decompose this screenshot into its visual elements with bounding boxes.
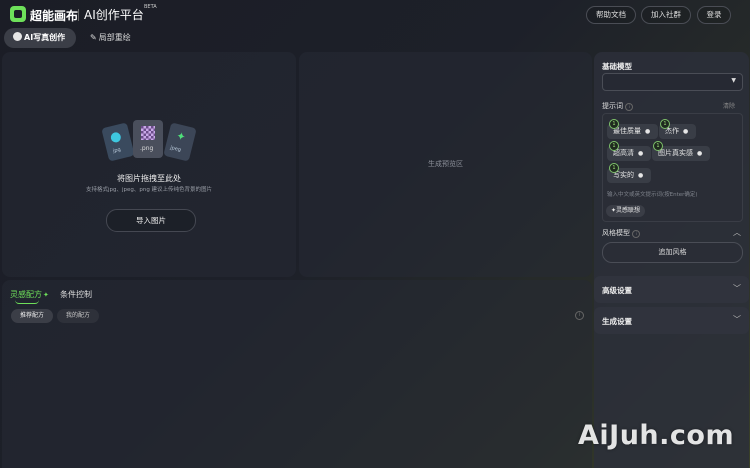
tab-inspiration-recipe[interactable]: 灵感配方✦ xyxy=(10,289,49,300)
advanced-settings-label: 高级设置 xyxy=(602,286,632,295)
sparkle-icon: ✦ xyxy=(43,291,49,299)
jpg-label: jpg xyxy=(112,146,122,155)
tab-ai-portrait-label: AI写真创作 xyxy=(24,33,66,42)
tab-inspiration-label: 灵感配方 xyxy=(10,290,42,299)
import-image-button[interactable]: 导入图片 xyxy=(106,209,196,232)
upload-hint: 支持格式jpg、jpeg、png 建议上传纯色背景的图片 xyxy=(85,187,213,193)
generate-settings-label: 生成设置 xyxy=(602,317,632,326)
header-divider xyxy=(78,9,79,21)
prompt-label: 提示词 i xyxy=(602,101,634,111)
upload-title: 将图片拖拽至此处 xyxy=(117,174,181,183)
tab-ai-portrait[interactable]: AI写真创作 xyxy=(4,28,76,48)
inspiration-button-label: 灵感联想 xyxy=(616,207,641,214)
beta-badge: BETA xyxy=(144,4,157,10)
prompt-info-icon[interactable]: i xyxy=(625,103,634,111)
app-title: AI创作平台 xyxy=(84,8,144,22)
remove-tag-icon[interactable]: ● xyxy=(638,150,643,157)
expand-chevron-down-icon[interactable]: ﹀ xyxy=(733,314,741,325)
remove-tag-icon[interactable]: ● xyxy=(683,128,688,135)
preview-placeholder: 生成预览区 xyxy=(428,160,463,168)
style-info-icon[interactable]: i xyxy=(632,230,641,238)
portrait-icon xyxy=(13,32,22,41)
active-tab-indicator xyxy=(15,300,39,304)
prompt-tag-text: 图片真实感 xyxy=(658,149,693,157)
tag-weight-badge: 1 xyxy=(653,141,663,151)
upload-panel[interactable]: jpg .png ✦ jpeg 将图片拖拽至此处 支持格式jpg、jpeg、pn… xyxy=(2,52,296,277)
logo-text: 超能画布 xyxy=(30,9,79,23)
brush-icon: ✎ xyxy=(90,33,97,42)
base-model-select[interactable]: ▼ xyxy=(602,73,743,91)
remove-tag-icon[interactable]: ● xyxy=(697,150,702,157)
tag-weight-badge: 1 xyxy=(609,141,619,151)
expand-chevron-down-icon[interactable]: ﹀ xyxy=(733,283,741,294)
preview-panel: 生成预览区 xyxy=(299,52,592,277)
jpg-file-icon: jpg xyxy=(101,122,135,162)
watermark: AiJuh.com xyxy=(578,420,735,451)
add-style-button[interactable]: 追加风格 xyxy=(602,242,743,263)
style-model-label: 风格模型 i xyxy=(602,228,641,238)
subtab-mine[interactable]: 我的配方 xyxy=(57,309,99,323)
tab-inpaint-label: 局部重绘 xyxy=(98,33,131,42)
prompt-input[interactable]: 输入中文或英文提示词(按Enter确定) xyxy=(607,190,698,198)
style-model-text: 风格模型 xyxy=(602,229,630,237)
jpeg-label: jpeg xyxy=(169,144,182,154)
collapse-chevron-up-icon[interactable]: ︿ xyxy=(733,227,741,238)
help-docs-button[interactable]: 帮助文档 xyxy=(586,6,636,24)
tag-weight-badge: 1 xyxy=(609,163,619,173)
prompt-tag-text: 最佳质量 xyxy=(613,127,641,135)
logo-icon xyxy=(10,6,26,22)
remove-tag-icon[interactable]: ● xyxy=(638,172,643,179)
inspiration-assoc-button[interactable]: ✦灵感联想 xyxy=(606,205,646,217)
subtab-recommended[interactable]: 推荐配方 xyxy=(11,309,53,323)
tag-weight-badge: 1 xyxy=(660,119,670,129)
clear-prompt-button[interactable]: 清除 xyxy=(723,101,735,110)
png-label: .png xyxy=(140,145,154,152)
login-button[interactable]: 登录 xyxy=(697,6,731,24)
info-icon[interactable]: i xyxy=(575,311,584,320)
png-file-icon: .png xyxy=(133,120,163,158)
tag-weight-badge: 1 xyxy=(609,119,619,129)
join-community-button[interactable]: 加入社群 xyxy=(641,6,691,24)
tab-condition-control[interactable]: 条件控制 xyxy=(60,289,92,300)
tab-inpaint[interactable]: ✎ 局部重绘 xyxy=(82,28,148,48)
dropdown-arrow-icon: ▼ xyxy=(731,77,736,84)
base-model-label: 基础模型 xyxy=(602,62,632,71)
jpeg-file-icon: ✦ jpeg xyxy=(163,122,197,162)
recipe-panel: 灵感配方✦ 条件控制 推荐配方 我的配方 i xyxy=(2,280,592,468)
remove-tag-icon[interactable]: ● xyxy=(645,128,650,135)
prompt-label-text: 提示词 xyxy=(602,102,623,110)
